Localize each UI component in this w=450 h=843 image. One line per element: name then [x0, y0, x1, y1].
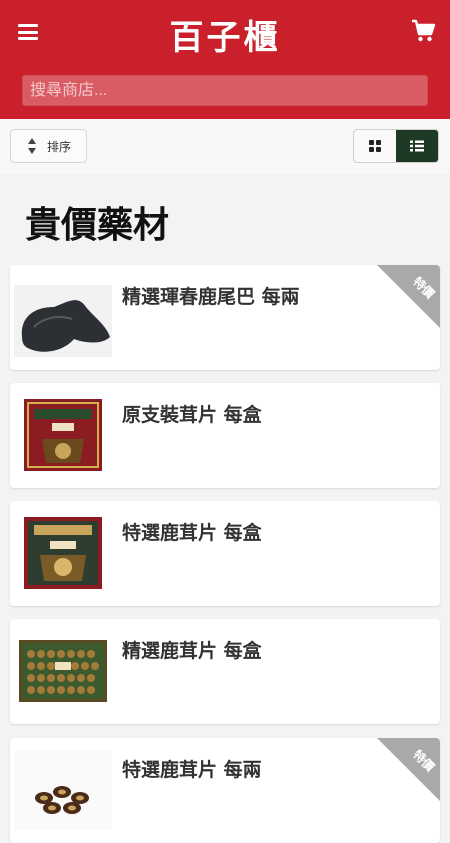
product-card[interactable]: 精選鹿茸片 每盒: [10, 619, 440, 724]
sale-badge: 特價: [377, 265, 440, 328]
sort-arrows-icon: [28, 138, 36, 154]
product-name[interactable]: 精選鹿茸片 每盒: [122, 636, 262, 663]
product-name[interactable]: 特選鹿茸片 每盒: [122, 518, 262, 545]
grid-view-button[interactable]: [354, 130, 396, 162]
list-icon: [410, 140, 424, 152]
product-card[interactable]: 特選鹿茸片 每兩 特價: [10, 738, 440, 843]
product-image[interactable]: [14, 513, 112, 593]
product-card[interactable]: 特選鹿茸片 每盒: [10, 501, 440, 606]
store-logo[interactable]: 百子櫃: [0, 10, 450, 59]
product-name[interactable]: 精選琿春鹿尾巴 每兩: [122, 282, 300, 309]
shopping-cart-icon[interactable]: [410, 18, 436, 44]
sort-button[interactable]: 排序: [10, 129, 87, 163]
list-view-button[interactable]: [396, 130, 438, 162]
page-title: 貴價藥材: [25, 205, 170, 246]
product-card[interactable]: 原支裝茸片 每盒: [10, 383, 440, 488]
store-search-input[interactable]: [22, 75, 428, 106]
view-mode-toggle: [353, 129, 439, 163]
grid-icon: [369, 140, 381, 152]
product-name[interactable]: 原支裝茸片 每盒: [122, 400, 262, 427]
product-image[interactable]: [14, 277, 112, 357]
product-card[interactable]: 精選琿春鹿尾巴 每兩 特價: [10, 265, 440, 370]
product-image[interactable]: [14, 395, 112, 475]
sort-label: 排序: [47, 139, 72, 154]
product-name[interactable]: 特選鹿茸片 每兩: [122, 755, 262, 782]
app-header: 百子櫃: [0, 0, 450, 119]
sale-badge: 特價: [377, 738, 440, 801]
product-image[interactable]: [14, 631, 112, 711]
product-image[interactable]: [14, 750, 112, 830]
